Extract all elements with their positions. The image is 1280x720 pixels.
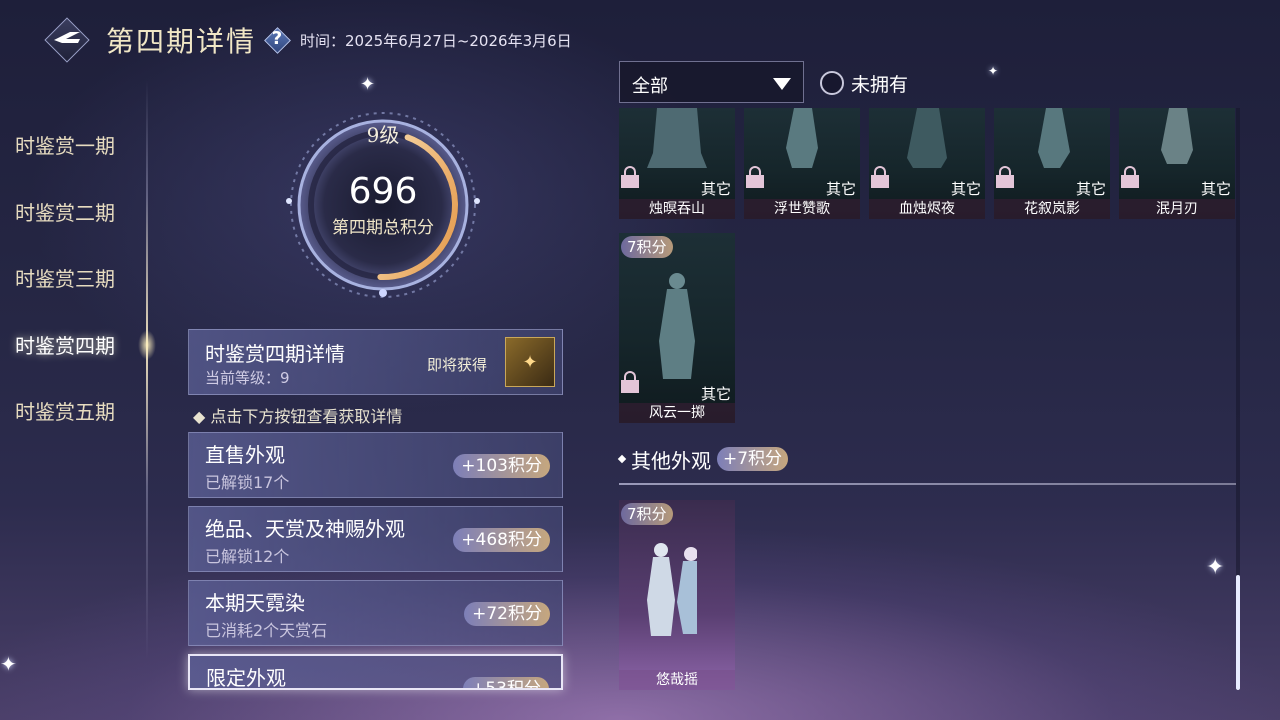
points-badge: +103积分 xyxy=(453,454,550,478)
other-outfits-header: 其他外观 +7积分 xyxy=(617,445,789,473)
filter-selected-value: 全部 xyxy=(632,76,668,97)
nav-item-period-2[interactable]: 时鉴赏二期 xyxy=(0,179,150,246)
points-badge: 7积分 xyxy=(621,503,673,525)
question-mark-icon: ? xyxy=(271,28,283,49)
reward-item-icon[interactable]: ✦ xyxy=(505,337,555,387)
event-time: 时间：2025年6月27日~2026年3月6日 xyxy=(300,31,572,50)
outfit-tile[interactable]: 其它 烛暝吞山 xyxy=(619,108,735,219)
nav-item-period-3[interactable]: 时鉴赏三期 xyxy=(0,245,150,312)
outfit-tile[interactable]: 7积分 其它 风云一掷 xyxy=(619,233,735,423)
sparkle-icon: ✦ xyxy=(360,74,376,95)
outfit-figure xyxy=(907,108,947,168)
outfit-figure xyxy=(659,273,695,379)
back-arrow-icon xyxy=(54,32,80,43)
sparkle-icon: ✦ xyxy=(0,652,17,676)
category-sub: 已解锁17个 xyxy=(205,473,290,492)
outfit-type: 其它 xyxy=(700,385,731,403)
points-badge: 7积分 xyxy=(621,236,673,258)
nav-item-period-5[interactable]: 时鉴赏五期 xyxy=(0,378,150,445)
score-ring: 9级 696 第四期总积分 xyxy=(283,105,483,305)
category-direct-sale[interactable]: 直售外观 已解锁17个 +103积分 xyxy=(188,432,563,498)
outfit-type: 其它 xyxy=(700,180,731,198)
period-nav: 时鉴赏一期 时鉴赏二期 时鉴赏三期 时鉴赏四期 时鉴赏五期 xyxy=(0,112,150,445)
filter-dropdown[interactable]: 全部 xyxy=(619,61,804,103)
hint-text: ◆ 点击下方按钮查看获取详情 xyxy=(193,407,403,426)
lock-icon xyxy=(1121,166,1139,188)
not-owned-toggle[interactable]: 未拥有 xyxy=(820,70,908,96)
outfit-figure xyxy=(647,108,707,168)
level-label: 9级 xyxy=(366,123,400,147)
outfit-type: 其它 xyxy=(950,180,981,198)
back-button[interactable] xyxy=(44,17,90,63)
category-title: 直售外观 xyxy=(205,443,285,467)
category-title: 绝品、天赏及神赐外观 xyxy=(205,517,405,541)
radio-button[interactable] xyxy=(820,71,844,95)
header: 第四期详情 ? 时间：2025年6月27日~2026年3月6日 xyxy=(44,16,572,64)
total-score: 696 xyxy=(348,171,418,212)
lock-icon xyxy=(871,166,889,188)
outfit-type: 其它 xyxy=(825,180,856,198)
outfit-tile[interactable]: 其它 血烛烬夜 xyxy=(869,108,985,219)
not-owned-label: 未拥有 xyxy=(851,73,909,96)
outfit-tile[interactable]: 其它 浮世赞歌 xyxy=(744,108,860,219)
nav-item-period-1[interactable]: 时鉴赏一期 xyxy=(0,112,150,179)
outfit-grid: 其它 烛暝吞山 其它 浮世赞歌 其它 血烛烬夜 其它 花叙岚影 其它 泯月刃 7… xyxy=(619,108,1239,690)
period-detail-card[interactable]: 时鉴赏四期详情 当前等级：9 即将获得 ✦ xyxy=(188,329,563,395)
lock-icon xyxy=(746,166,764,188)
outfit-tile[interactable]: 其它 花叙岚影 xyxy=(994,108,1110,219)
section-divider xyxy=(619,483,1236,485)
current-level: 当前等级：9 xyxy=(205,369,290,387)
help-button[interactable]: ? xyxy=(264,27,291,54)
outfit-name: 花叙岚影 xyxy=(994,199,1110,219)
points-badge: +72积分 xyxy=(464,602,550,626)
outfit-tile[interactable]: 7积分 悠哉摇 xyxy=(619,500,735,690)
points-badge: +53积分 xyxy=(463,677,549,688)
sparkle-icon: ✦ xyxy=(988,64,999,78)
section-title: 其他外观 xyxy=(631,448,711,473)
lock-icon xyxy=(996,166,1014,188)
outfit-name: 浮世赞歌 xyxy=(744,199,860,219)
outfit-name: 烛暝吞山 xyxy=(619,199,735,219)
outfit-tile[interactable]: 其它 泯月刃 xyxy=(1119,108,1235,219)
outfit-type: 其它 xyxy=(1200,180,1231,198)
outfit-name: 悠哉摇 xyxy=(619,670,735,690)
outfit-type: 其它 xyxy=(1075,180,1106,198)
category-dye[interactable]: 本期天霓染 已消耗2个天赏石 +72积分 xyxy=(188,580,563,646)
category-sub: 已解锁12个 xyxy=(205,547,290,566)
lock-icon xyxy=(621,371,639,393)
category-sub: 已消耗2个天赏石 xyxy=(205,621,328,640)
outfit-name: 风云一掷 xyxy=(619,403,735,423)
category-title: 本期天霓染 xyxy=(205,591,305,615)
page-title: 第四期详情 xyxy=(106,25,257,58)
category-limited[interactable]: 限定外观 +53积分 xyxy=(188,654,563,690)
outfit-figure xyxy=(786,108,818,168)
outfit-name: 泯月刃 xyxy=(1119,199,1235,219)
outfit-figure xyxy=(647,543,697,636)
detail-title: 时鉴赏四期详情 xyxy=(205,342,345,366)
upcoming-reward-label: 即将获得 xyxy=(427,356,488,374)
category-premium[interactable]: 绝品、天赏及神赐外观 已解锁12个 +468积分 xyxy=(188,506,563,572)
outfit-figure xyxy=(1038,108,1070,168)
lock-icon xyxy=(621,166,639,188)
category-title: 限定外观 xyxy=(206,666,286,690)
nav-item-period-4[interactable]: 时鉴赏四期 xyxy=(0,312,150,379)
outfit-name: 血烛烬夜 xyxy=(869,199,985,219)
total-score-label: 第四期总积分 xyxy=(332,218,434,238)
points-badge: +468积分 xyxy=(453,528,550,552)
scrollbar-thumb[interactable] xyxy=(1236,575,1240,690)
outfit-figure xyxy=(1161,108,1193,164)
chevron-down-icon xyxy=(773,78,791,90)
points-badge: +7积分 xyxy=(717,447,789,471)
